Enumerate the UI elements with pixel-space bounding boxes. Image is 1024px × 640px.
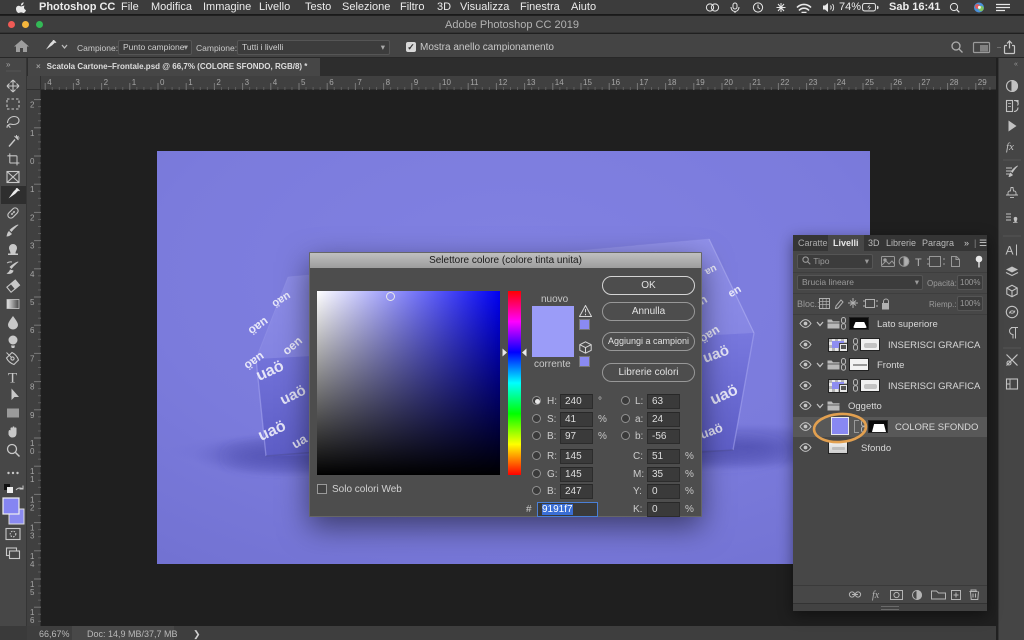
svg-text:4: 4 xyxy=(47,78,52,87)
svg-text:4: 4 xyxy=(30,270,35,279)
svg-text:3: 3 xyxy=(30,242,35,251)
svg-text:5: 5 xyxy=(30,298,35,307)
svg-text:3: 3 xyxy=(30,532,35,541)
svg-text:1: 1 xyxy=(188,78,193,87)
svg-text:6: 6 xyxy=(30,326,35,335)
svg-text:9: 9 xyxy=(30,411,35,420)
svg-text:1: 1 xyxy=(30,185,35,194)
svg-text:fx: fx xyxy=(872,590,880,601)
svg-text:22: 22 xyxy=(780,78,789,87)
svg-text:6: 6 xyxy=(329,78,334,87)
svg-text:8: 8 xyxy=(30,383,35,392)
svg-text:21: 21 xyxy=(752,78,761,87)
svg-text:17: 17 xyxy=(639,78,648,87)
svg-text:12: 12 xyxy=(498,78,507,87)
svg-text:3: 3 xyxy=(245,78,250,87)
svg-text:28: 28 xyxy=(950,78,959,87)
svg-text:8: 8 xyxy=(386,78,391,87)
svg-text:10: 10 xyxy=(442,78,451,87)
svg-text:27: 27 xyxy=(921,78,930,87)
svg-text:29: 29 xyxy=(978,78,987,87)
svg-text:»: » xyxy=(6,60,11,69)
svg-text:9: 9 xyxy=(414,78,419,87)
svg-text:4: 4 xyxy=(273,78,278,87)
svg-text:2: 2 xyxy=(30,101,35,110)
svg-text:T: T xyxy=(915,257,922,268)
svg-text:T: T xyxy=(8,371,17,387)
svg-text:3: 3 xyxy=(75,78,80,87)
svg-text:0: 0 xyxy=(30,447,35,456)
svg-text:5: 5 xyxy=(30,588,35,597)
svg-text:11: 11 xyxy=(470,78,479,87)
svg-text:18: 18 xyxy=(668,78,677,87)
svg-text:4: 4 xyxy=(30,560,35,569)
svg-text:2: 2 xyxy=(216,78,221,87)
svg-text:1: 1 xyxy=(132,78,137,87)
svg-text:16: 16 xyxy=(611,78,620,87)
svg-text:6: 6 xyxy=(30,616,35,625)
svg-text:25: 25 xyxy=(865,78,874,87)
svg-text:1: 1 xyxy=(30,129,35,138)
svg-text:0: 0 xyxy=(30,157,35,166)
svg-text:13: 13 xyxy=(527,78,536,87)
svg-text:5: 5 xyxy=(301,78,306,87)
svg-text:23: 23 xyxy=(809,78,818,87)
svg-text:1: 1 xyxy=(30,475,35,484)
svg-text:2: 2 xyxy=(30,213,35,222)
svg-text:2: 2 xyxy=(104,78,109,87)
svg-text:24: 24 xyxy=(837,78,846,87)
svg-text:2: 2 xyxy=(30,503,35,512)
svg-text:0: 0 xyxy=(160,78,165,87)
svg-text:fx: fx xyxy=(1006,141,1014,153)
svg-text:7: 7 xyxy=(357,78,362,87)
svg-text:14: 14 xyxy=(555,78,564,87)
svg-text:20: 20 xyxy=(724,78,733,87)
svg-text:19: 19 xyxy=(696,78,705,87)
svg-text:26: 26 xyxy=(893,78,902,87)
svg-text:7: 7 xyxy=(30,354,35,363)
svg-text:«: « xyxy=(1014,61,1018,68)
svg-text:15: 15 xyxy=(583,78,592,87)
svg-text:A: A xyxy=(1006,244,1014,258)
